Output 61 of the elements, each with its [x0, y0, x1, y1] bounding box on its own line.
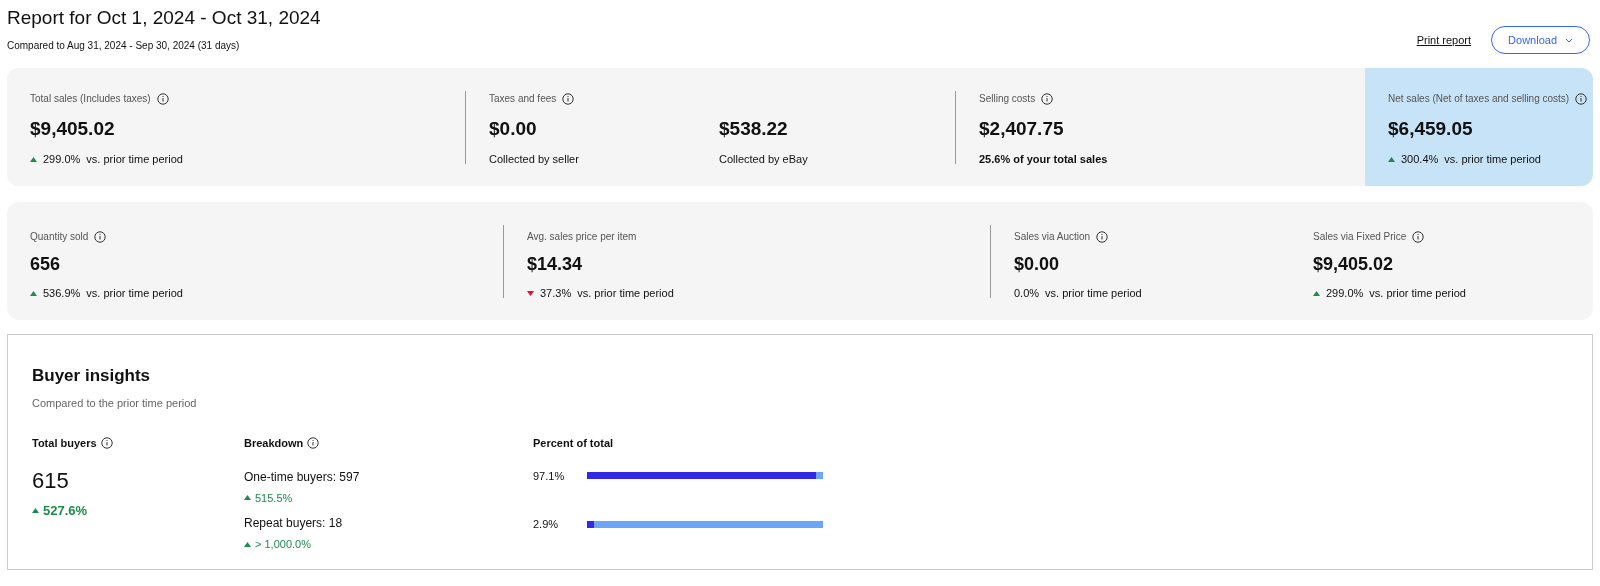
- change-value: 0.0%: [1014, 286, 1040, 302]
- breakdown-label: One-time buyers: 597: [244, 468, 361, 486]
- info-icon[interactable]: [1412, 230, 1425, 243]
- change-value: 299.0%: [43, 151, 81, 167]
- info-icon[interactable]: [94, 230, 107, 243]
- info-icon[interactable]: [1575, 92, 1588, 105]
- metric-value: $9,405.02: [30, 116, 116, 141]
- metric-label: Net sales (Net of taxes and selling costs): [1388, 92, 1570, 106]
- change-note: vs. prior time period: [1369, 286, 1466, 302]
- metric-value: $2,407.75: [979, 116, 1065, 141]
- up-triangle-icon: [32, 507, 39, 513]
- percent-value: 2.9%: [533, 517, 560, 532]
- info-icon[interactable]: [1096, 230, 1109, 243]
- change-note: Collected by eBay: [719, 151, 808, 167]
- metric-label: Sales via Auction: [1014, 230, 1091, 244]
- change-note: vs. prior time period: [86, 286, 183, 302]
- metric-label: Quantity sold: [30, 230, 89, 244]
- change-value: 37.3%: [540, 286, 572, 302]
- metric-value: $14.34: [527, 252, 584, 276]
- change-value: 515.5%: [255, 490, 293, 506]
- up-triangle-icon: [244, 495, 251, 501]
- section-subtitle: Compared to the prior time period: [32, 395, 198, 411]
- metric-value: $538.22: [719, 116, 789, 141]
- print-report-link[interactable]: Print report: [1416, 31, 1472, 49]
- section-title: Buyer insights: [32, 365, 152, 387]
- info-icon[interactable]: [100, 437, 113, 450]
- change-note: vs. prior time period: [1444, 151, 1541, 167]
- percent-value: 97.1%: [533, 468, 566, 484]
- change-note: vs. prior time period: [1045, 286, 1142, 302]
- metric-value: $0.00: [1014, 252, 1061, 276]
- change-note: 25.6% of your total sales: [979, 151, 1108, 167]
- report-subtitle: Compared to Aug 31, 2024 - Sep 30, 2024 (31 days): [7, 39, 241, 53]
- column-heading: Percent of total: [533, 436, 615, 451]
- change-value: > 1,000.0%: [255, 537, 311, 552]
- info-icon[interactable]: [156, 92, 169, 105]
- metric-value: $9,405.02: [1313, 252, 1395, 276]
- metric-value: $6,459.05: [1388, 116, 1474, 141]
- up-triangle-icon: [244, 541, 251, 547]
- change-value: 299.0%: [1326, 286, 1364, 302]
- metric-label: Selling costs: [979, 92, 1036, 106]
- total-buyers-value: 615: [32, 466, 70, 495]
- change-value: 536.9%: [43, 286, 81, 302]
- metric-value: $0.00: [489, 116, 538, 141]
- info-icon[interactable]: [307, 437, 320, 450]
- breakdown-label: Repeat buyers: 18: [244, 515, 344, 532]
- column-heading: Breakdown: [244, 436, 304, 451]
- info-icon[interactable]: [562, 92, 575, 105]
- metric-value: 656: [30, 252, 62, 276]
- metric-label: Sales via Fixed Price: [1313, 230, 1407, 244]
- metric-label: Taxes and fees: [489, 92, 557, 106]
- metric-label: Total sales (Includes taxes): [30, 92, 151, 106]
- info-icon[interactable]: [1041, 92, 1054, 105]
- change-note: Collected by seller: [489, 151, 579, 167]
- metric-label: Avg. sales price per item: [527, 230, 637, 244]
- column-heading: Total buyers: [32, 436, 97, 451]
- change-value: 527.6%: [43, 501, 88, 520]
- caret-icon: [1565, 37, 1573, 43]
- change-note: vs. prior time period: [577, 286, 674, 302]
- change-value: 300.4%: [1401, 151, 1439, 167]
- report-title: Report for Oct 1, 2024 - Oct 31, 2024: [7, 6, 321, 30]
- change-note: vs. prior time period: [86, 151, 183, 167]
